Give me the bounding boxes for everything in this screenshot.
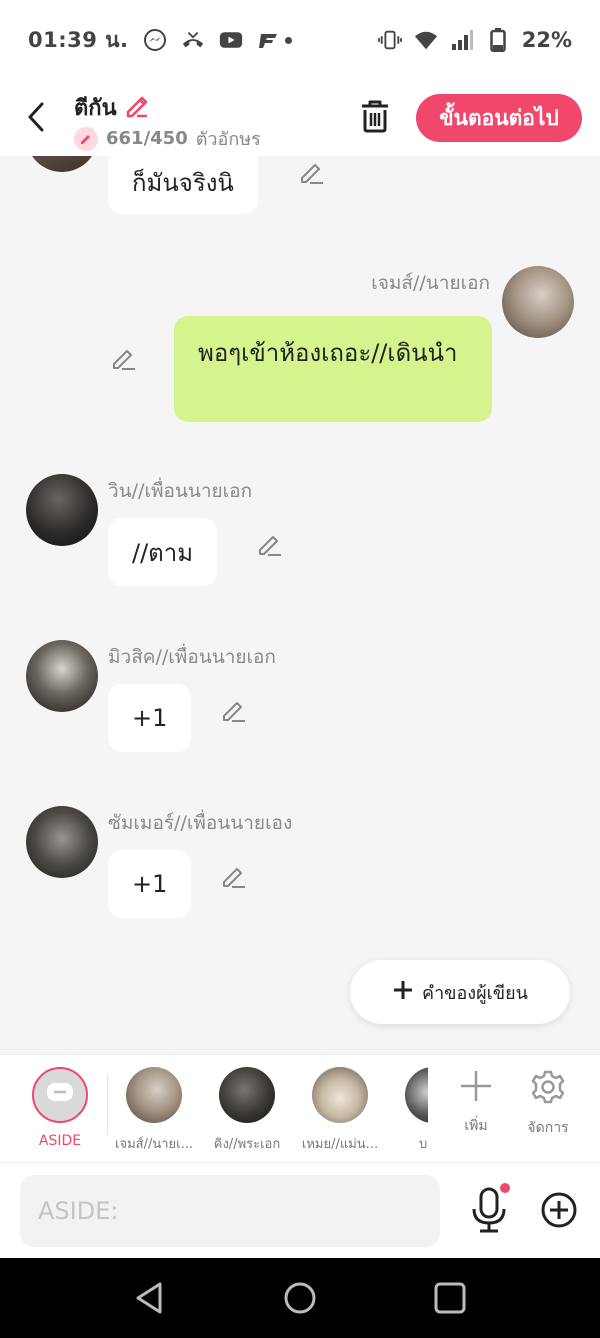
character-label: คิง//พระเอก <box>213 1137 281 1152</box>
input-bar <box>0 1162 600 1258</box>
avatar <box>405 1067 428 1123</box>
character-item[interactable]: เหมย//แม่น... <box>298 1067 382 1159</box>
battery-percent: 22% <box>521 28 572 52</box>
message-input[interactable] <box>20 1175 440 1247</box>
add-label: เพิ่ม <box>464 1118 488 1134</box>
notification-dot <box>500 1183 510 1193</box>
aside-character[interactable] <box>32 1067 88 1123</box>
edit-message-icon[interactable] <box>110 344 138 372</box>
char-count: 661/450 <box>106 128 188 149</box>
chat-area[interactable]: ก็มันจริงนิ เจมส์//นายเอก พอๆเข้าห้องเถอ… <box>0 156 600 1054</box>
status-bar: 01:39 น. 22% <box>0 0 600 80</box>
edit-title-icon[interactable] <box>123 91 151 125</box>
author-words-label: คำของผู้เขียน <box>422 982 528 1003</box>
header: ตีกัน 661/450 ตัวอักษร ขั้นตอนต่อไป <box>0 80 600 156</box>
back-triangle-icon[interactable] <box>132 1280 168 1316</box>
home-circle-icon[interactable] <box>282 1280 318 1316</box>
missed-call-icon <box>181 28 205 52</box>
author-words-button[interactable]: คำของผู้เขียน <box>350 960 570 1024</box>
pencil-badge-icon <box>74 126 98 151</box>
char-counter: 661/450 ตัวอักษร <box>74 124 261 153</box>
system-nav-bar <box>0 1258 600 1338</box>
message-text: ก็มันจริงนิ <box>132 168 234 197</box>
plus-icon <box>392 979 414 1006</box>
recents-square-icon[interactable] <box>432 1280 468 1316</box>
avatar[interactable] <box>26 806 98 878</box>
dot-icon <box>284 36 292 44</box>
message-bubble[interactable]: ก็มันจริงนิ <box>108 156 258 214</box>
message-text: +1 <box>132 870 168 898</box>
plus-icon <box>459 1071 493 1107</box>
trash-icon[interactable] <box>358 98 392 134</box>
character-label: เหมย//แม่น... <box>301 1137 379 1152</box>
message-bubble[interactable]: พอๆเข้าห้องเถอะ//เดินนำ <box>174 316 492 422</box>
add-character-button[interactable]: เพิ่ม <box>446 1069 506 1137</box>
message-text: +1 <box>132 704 168 732</box>
avatar[interactable] <box>502 266 574 338</box>
back-arrow-icon[interactable] <box>22 100 52 134</box>
next-step-button[interactable]: ขั้นตอนต่อไป <box>416 94 582 142</box>
manage-characters-button[interactable]: จัดการ <box>518 1069 578 1139</box>
message-text: //ตาม <box>132 538 194 567</box>
story-title-wrap[interactable]: ตีกัน <box>74 90 151 125</box>
message-bubble[interactable]: +1 <box>108 684 192 752</box>
speaker-name: ซัมเมอร์//เพื่อนนายเอง <box>108 812 293 834</box>
speaker-name: วิน//เพื่อนนายเอก <box>108 480 253 502</box>
aside-label: ASIDE <box>38 1133 82 1149</box>
character-bar: ASIDE เจมส์//นายเ... คิง//พระเอก เหมย//แ… <box>0 1054 600 1162</box>
avatar <box>219 1067 275 1123</box>
avatar[interactable] <box>26 474 98 546</box>
char-unit: ตัวอักษร <box>195 129 261 150</box>
character-label: บอย/ <box>418 1137 428 1152</box>
edit-message-icon[interactable] <box>220 862 248 890</box>
character-list[interactable]: เจมส์//นายเ... คิง//พระเอก เหมย//แม่น...… <box>108 1055 428 1163</box>
avatar[interactable] <box>26 156 98 172</box>
add-circle-icon[interactable] <box>540 1191 578 1229</box>
battery-icon <box>486 28 510 52</box>
avatar <box>126 1067 182 1123</box>
youtube-icon <box>219 28 243 52</box>
message-bubble[interactable]: //ตาม <box>108 518 218 586</box>
character-item[interactable]: คิง//พระเอก <box>205 1067 289 1159</box>
character-label: เจมส์//นายเ... <box>115 1137 193 1152</box>
message-text: พอๆเข้าห้องเถอะ//เดินนำ <box>198 339 458 367</box>
avatar[interactable] <box>26 640 98 712</box>
wifi-icon <box>414 28 438 52</box>
message-bubble[interactable]: +1 <box>108 850 192 918</box>
signal-icon <box>450 28 474 52</box>
speaker-name: มิวสิค//เพื่อนนายเอก <box>108 646 276 668</box>
manage-label: จัดการ <box>527 1120 569 1136</box>
chat-bubble-icon <box>45 1081 75 1109</box>
status-time: 01:39 น. <box>28 27 129 52</box>
edit-message-icon[interactable] <box>298 158 326 186</box>
character-item[interactable]: เจมส์//นายเ... <box>112 1067 196 1159</box>
avatar <box>312 1067 368 1123</box>
speaker-name: เจมส์//นายเอก <box>371 272 490 294</box>
gear-icon <box>530 1070 566 1109</box>
app-icon <box>257 28 281 52</box>
edit-message-icon[interactable] <box>256 530 284 558</box>
microphone-icon[interactable] <box>470 1183 510 1233</box>
messenger-icon <box>143 28 167 52</box>
story-title: ตีกัน <box>74 96 117 121</box>
character-item[interactable]: บอย/ <box>391 1067 428 1159</box>
vibrate-icon <box>377 28 402 52</box>
edit-message-icon[interactable] <box>220 696 248 724</box>
